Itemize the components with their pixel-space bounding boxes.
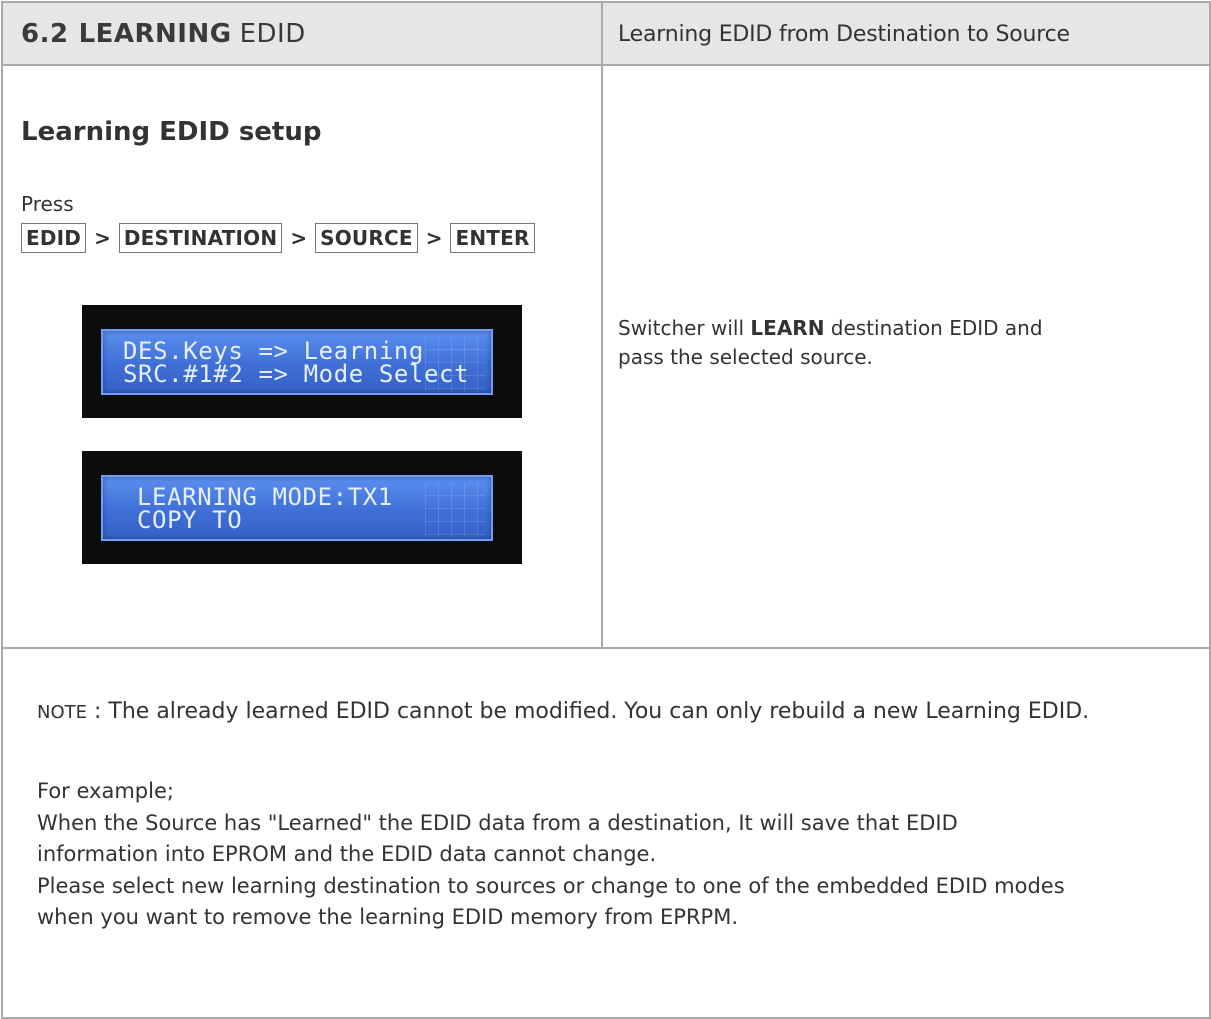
learn-text-line2: pass the selected source. xyxy=(618,345,873,369)
page-frame: 6.2 LEARNING EDID Learning EDID from Desti… xyxy=(1,1,1211,1019)
section-title: 6.2 LEARNING EDID xyxy=(21,19,306,49)
lcd-display-2: LEARNING MODE:TX1 COPY TO xyxy=(82,451,522,564)
key-edid: EDID xyxy=(21,223,87,253)
lcd-display-1: DES.Keys => Learning SRC.#1#2 => Mode Se… xyxy=(82,305,522,418)
key-separator: > xyxy=(425,226,443,250)
column-divider xyxy=(601,3,603,647)
key-source: SOURCE xyxy=(315,223,418,253)
example-line: information into EPROM and the EDID data… xyxy=(37,842,657,866)
key-separator: > xyxy=(94,226,111,250)
section-title-bold: LEARNING xyxy=(78,19,232,49)
section-number: 6.2 xyxy=(21,19,69,49)
lcd1-line-2: SRC.#1#2 => Mode Select xyxy=(123,360,470,388)
note-text: : The already learned EDID cannot be mod… xyxy=(87,699,1090,724)
section-subtitle: Learning EDID from Destination to Source xyxy=(618,22,1070,47)
note-line: NOTE : The already learned EDID cannot b… xyxy=(37,699,1089,724)
learn-text-bold: LEARN xyxy=(750,316,825,340)
learn-description: Switcher will LEARN destination EDID and… xyxy=(618,314,1043,372)
lcd-pixel-grid xyxy=(425,483,485,537)
lcd2-line-2: COPY TO xyxy=(137,506,243,534)
example-line: when you want to remove the learning EDI… xyxy=(37,905,738,929)
example-line: Please select new learning destination t… xyxy=(37,873,1065,898)
setup-heading: Learning EDID setup xyxy=(21,117,322,147)
section-header: 6.2 LEARNING EDID Learning EDID from Desti… xyxy=(3,3,1209,66)
press-label: Press xyxy=(21,192,74,216)
learn-text-before: Switcher will xyxy=(618,316,751,340)
key-separator: > xyxy=(290,226,308,250)
manual-page: 6.2 LEARNING EDID Learning EDID from Desti… xyxy=(0,0,1211,1019)
key-destination: DESTINATION xyxy=(118,223,283,253)
example-line: For example; xyxy=(37,779,174,803)
note-tag: NOTE xyxy=(37,702,88,723)
key-sequence: EDID > DESTINATION > SOURCE > ENTER xyxy=(21,223,535,253)
learn-text-after: destination EDID and xyxy=(824,316,1043,340)
key-enter: ENTER xyxy=(450,223,535,253)
example-line: When the Source has "Learned" the EDID d… xyxy=(37,810,958,835)
lcd-screen-2: LEARNING MODE:TX1 COPY TO xyxy=(101,475,493,541)
example-block: For example; When the Source has "Learne… xyxy=(37,776,1065,934)
section-title-light: EDID xyxy=(239,19,306,49)
row-divider xyxy=(3,647,1209,649)
lcd-screen-1: DES.Keys => Learning SRC.#1#2 => Mode Se… xyxy=(101,329,493,395)
